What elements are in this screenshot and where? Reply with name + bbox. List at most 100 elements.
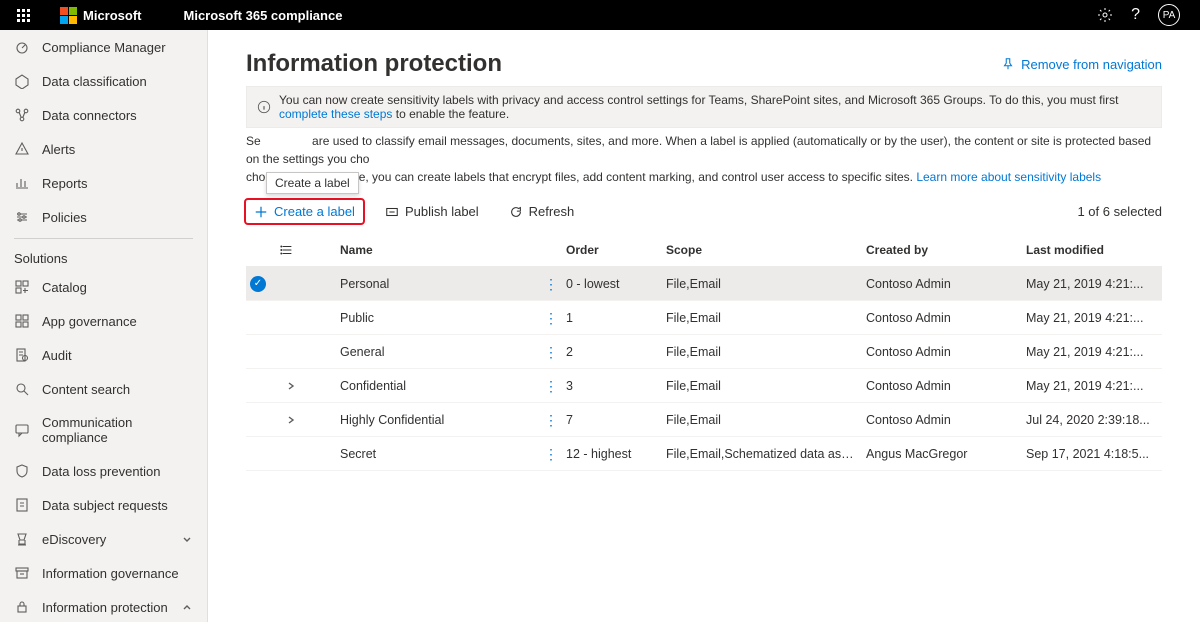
chevron-up-icon xyxy=(181,601,193,613)
main-content: Information protection Remove from navig… xyxy=(208,30,1200,622)
sidebar-item-ediscovery[interactable]: eDiscovery xyxy=(0,522,207,556)
row-scope: File,Email xyxy=(662,271,862,297)
sidebar-item-communication-compliance[interactable]: Communication compliance xyxy=(0,406,207,454)
row-menu-button[interactable]: ⋮ xyxy=(540,407,562,433)
col-order[interactable]: Order xyxy=(562,237,662,263)
gavel-icon xyxy=(14,531,30,547)
sidebar-item-content-search[interactable]: Content search xyxy=(0,372,207,406)
row-order: 7 xyxy=(562,407,662,433)
row-order: 0 - lowest xyxy=(562,271,662,297)
chevron-right-icon[interactable] xyxy=(280,414,302,426)
row-menu-button[interactable]: ⋮ xyxy=(540,271,562,297)
learn-more-link[interactable]: Learn more about sensitivity labels xyxy=(916,170,1101,184)
col-modified[interactable]: Last modified xyxy=(1022,237,1162,263)
sidebar-item-information-protection[interactable]: Information protection xyxy=(0,590,207,622)
table-row[interactable]: Confidential ⋮ 3 File,Email Contoso Admi… xyxy=(246,369,1162,403)
sidebar: Compliance ManagerData classificationDat… xyxy=(0,30,208,622)
sidebar-item-app-governance[interactable]: App governance xyxy=(0,304,207,338)
request-icon xyxy=(14,497,30,513)
row-name: Highly Confidential xyxy=(336,407,540,433)
table-row[interactable]: ✓ Personal ⋮ 0 - lowest File,Email Conto… xyxy=(246,267,1162,301)
row-scope: File,Email xyxy=(662,373,862,399)
sidebar-item-data-connectors[interactable]: Data connectors xyxy=(0,98,207,132)
suite-name: Microsoft 365 compliance xyxy=(184,8,343,23)
row-name: Public xyxy=(336,305,540,331)
info-bar: You can now create sensitivity labels wi… xyxy=(246,86,1162,128)
row-modified: May 21, 2019 4:21:... xyxy=(1022,373,1162,399)
sidebar-item-reports[interactable]: Reports xyxy=(0,166,207,200)
row-createdby: Angus MacGregor xyxy=(862,441,1022,467)
col-scope[interactable]: Scope xyxy=(662,237,862,263)
sidebar-item-policies[interactable]: Policies xyxy=(0,200,207,234)
ms-logo[interactable]: Microsoft xyxy=(60,7,142,24)
row-createdby: Contoso Admin xyxy=(862,305,1022,331)
table-row[interactable]: Public ⋮ 1 File,Email Contoso Admin May … xyxy=(246,301,1162,335)
row-order: 12 - highest xyxy=(562,441,662,467)
top-bar: Microsoft Microsoft 365 compliance ? PA xyxy=(0,0,1200,30)
sidebar-item-audit[interactable]: Audit xyxy=(0,338,207,372)
col-createdby[interactable]: Created by xyxy=(862,237,1022,263)
speedometer-icon xyxy=(14,39,30,55)
row-scope: File,Email xyxy=(662,305,862,331)
sidebar-item-compliance-manager[interactable]: Compliance Manager xyxy=(0,30,207,64)
row-menu-button[interactable]: ⋮ xyxy=(540,373,562,399)
sidebar-item-data-loss-prevention[interactable]: Data loss prevention xyxy=(0,454,207,488)
row-menu-button[interactable]: ⋮ xyxy=(540,339,562,365)
refresh-icon xyxy=(509,205,523,219)
sidebar-item-data-subject-requests[interactable]: Data subject requests xyxy=(0,488,207,522)
lock-icon xyxy=(14,599,30,615)
catalog-icon xyxy=(14,279,30,295)
row-modified: Jul 24, 2020 2:39:18... xyxy=(1022,407,1162,433)
row-createdby: Contoso Admin xyxy=(862,407,1022,433)
row-modified: May 21, 2019 4:21:... xyxy=(1022,305,1162,331)
row-modified: May 21, 2019 4:21:... xyxy=(1022,339,1162,365)
help-icon[interactable]: ? xyxy=(1131,6,1140,24)
toolbar: Create a label Create a label Publish la… xyxy=(246,196,1162,233)
remove-nav-button[interactable]: Remove from navigation xyxy=(1001,57,1162,72)
table-header: Name Order Scope Created by Last modifie… xyxy=(246,233,1162,267)
refresh-button[interactable]: Refresh xyxy=(501,200,583,223)
publish-label-button[interactable]: Publish label xyxy=(377,200,487,223)
sidebar-item-catalog[interactable]: Catalog xyxy=(0,270,207,304)
table-row[interactable]: Highly Confidential ⋮ 7 File,Email Conto… xyxy=(246,403,1162,437)
col-name[interactable]: Name xyxy=(336,237,540,263)
row-name: Secret xyxy=(336,441,540,467)
description: Sexxxxxxxx are used to classify email me… xyxy=(246,132,1162,186)
create-label-button[interactable]: Create a label xyxy=(246,200,363,223)
row-scope: File,Email xyxy=(662,407,862,433)
sidebar-item-information-governance[interactable]: Information governance xyxy=(0,556,207,590)
labels-table: Name Order Scope Created by Last modifie… xyxy=(246,233,1162,471)
plus-icon xyxy=(254,205,268,219)
shield-icon xyxy=(14,463,30,479)
checkmark-icon[interactable]: ✓ xyxy=(250,276,266,292)
app-launcher[interactable] xyxy=(8,0,38,30)
chevron-right-icon[interactable] xyxy=(280,380,302,392)
row-createdby: Contoso Admin xyxy=(862,373,1022,399)
row-menu-button[interactable]: ⋮ xyxy=(540,305,562,331)
selection-count: 1 of 6 selected xyxy=(1077,204,1162,219)
sidebar-item-data-classification[interactable]: Data classification xyxy=(0,64,207,98)
row-menu-button[interactable]: ⋮ xyxy=(540,441,562,467)
connector-icon xyxy=(14,107,30,123)
table-row[interactable]: General ⋮ 2 File,Email Contoso Admin May… xyxy=(246,335,1162,369)
settings-icon xyxy=(14,209,30,225)
row-scope: File,Email,Schematized data assets xyxy=(662,441,862,467)
reorder-icon[interactable] xyxy=(276,237,306,263)
chart-icon xyxy=(14,175,30,191)
row-scope: File,Email xyxy=(662,339,862,365)
chat-icon xyxy=(14,422,30,438)
row-name: General xyxy=(336,339,540,365)
row-order: 1 xyxy=(562,305,662,331)
avatar[interactable]: PA xyxy=(1158,4,1180,26)
row-modified: May 21, 2019 4:21:... xyxy=(1022,271,1162,297)
tag-icon xyxy=(14,73,30,89)
sidebar-item-alerts[interactable]: Alerts xyxy=(0,132,207,166)
table-row[interactable]: Secret ⋮ 12 - highest File,Email,Schemat… xyxy=(246,437,1162,471)
row-createdby: Contoso Admin xyxy=(862,339,1022,365)
row-order: 2 xyxy=(562,339,662,365)
gear-icon[interactable] xyxy=(1097,7,1113,23)
publish-icon xyxy=(385,205,399,219)
brand-text: Microsoft xyxy=(83,8,142,23)
grid-icon xyxy=(14,313,30,329)
complete-steps-link[interactable]: complete these steps xyxy=(279,107,392,121)
